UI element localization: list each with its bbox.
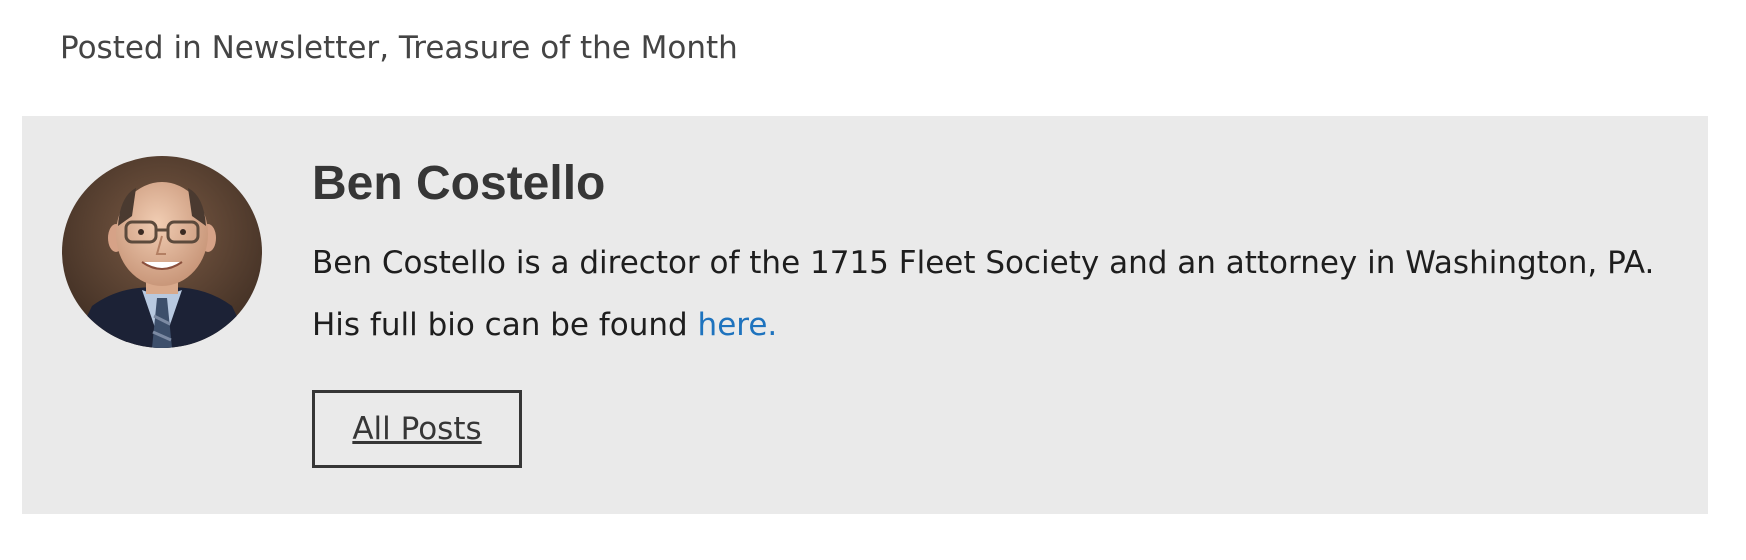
author-box: Ben Costello Ben Costello is a director … bbox=[22, 116, 1708, 514]
author-info: Ben Costello Ben Costello is a director … bbox=[312, 154, 1668, 356]
author-bio-text: Ben Costello is a director of the 1715 F… bbox=[312, 245, 1655, 343]
posted-in-label: Posted in bbox=[60, 30, 212, 66]
author-avatar-photo bbox=[62, 156, 262, 348]
page: Posted in Newsletter, Treasure of the Mo… bbox=[0, 0, 1746, 560]
category-link-newsletter[interactable]: Newsletter bbox=[212, 30, 380, 66]
author-bio: Ben Costello is a director of the 1715 F… bbox=[312, 232, 1668, 356]
category-link-treasure-of-the-month[interactable]: Treasure of the Month bbox=[399, 30, 738, 66]
category-separator: , bbox=[379, 30, 399, 66]
full-bio-link[interactable]: here. bbox=[698, 307, 778, 343]
all-posts-button[interactable]: All Posts bbox=[312, 390, 522, 468]
author-name: Ben Costello bbox=[312, 157, 606, 210]
author-avatar bbox=[62, 156, 262, 348]
post-categories: Posted in Newsletter, Treasure of the Mo… bbox=[60, 24, 738, 72]
